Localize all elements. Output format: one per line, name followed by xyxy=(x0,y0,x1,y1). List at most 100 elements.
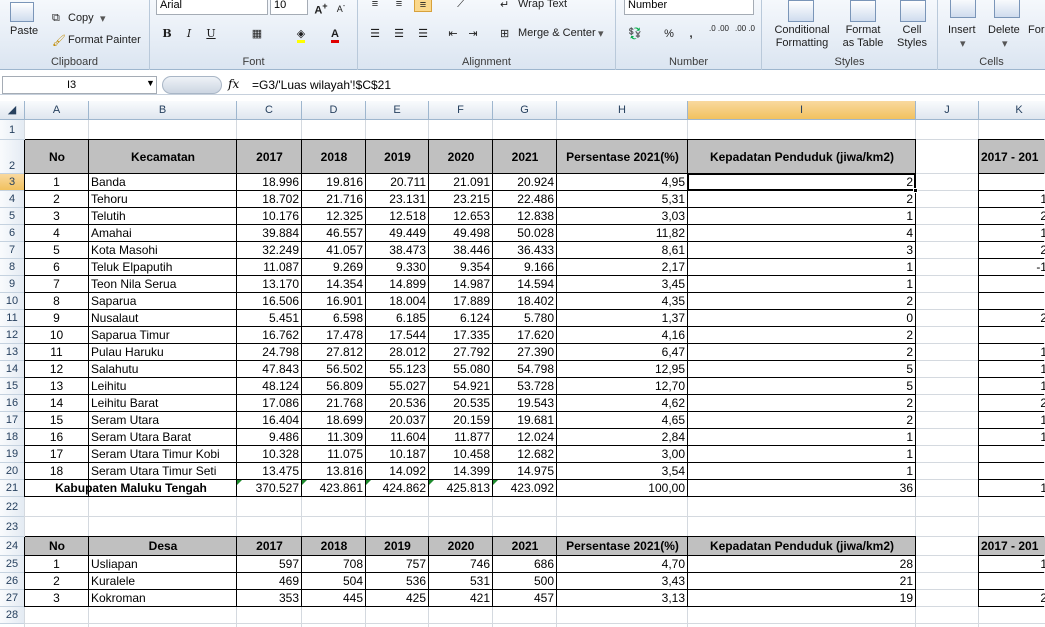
table-cell[interactable]: Leihitu Barat xyxy=(89,395,236,412)
table-cell[interactable]: 14.975 xyxy=(493,463,556,480)
table-cell[interactable]: Banda xyxy=(89,174,236,191)
row-header-1[interactable]: 1 xyxy=(0,120,25,140)
table-cell[interactable]: 2 xyxy=(688,412,915,429)
table-cell[interactable]: 53.728 xyxy=(493,378,556,395)
table-cell[interactable]: 7, xyxy=(979,573,1045,590)
align-middle-icon[interactable]: ≡ xyxy=(390,0,408,12)
format-painter-icon[interactable]: 🖌 xyxy=(52,34,66,47)
table-cell[interactable]: Kokroman xyxy=(89,590,236,607)
paste-button[interactable]: Paste xyxy=(10,25,38,37)
table-cell[interactable]: 10 xyxy=(25,327,88,344)
table-cell[interactable]: 3,54 xyxy=(557,463,687,480)
table-cell[interactable]: 686 xyxy=(493,556,556,573)
insert-cells-icon[interactable] xyxy=(950,0,976,18)
row-header-7[interactable]: 7 xyxy=(0,242,25,259)
table-cell[interactable]: Teluk Elpaputih xyxy=(89,259,236,276)
table-cell[interactable]: 14.899 xyxy=(366,276,428,293)
table-cell[interactable]: 17 xyxy=(25,446,88,463)
table-cell[interactable]: 10.458 xyxy=(429,446,492,463)
table-cell[interactable]: 9.269 xyxy=(302,259,365,276)
table-cell[interactable]: 47.843 xyxy=(237,361,301,378)
conditional-formatting-line1[interactable]: Conditional xyxy=(770,24,834,36)
table-cell[interactable]: Seram Utara xyxy=(89,412,236,429)
table-cell[interactable]: 21.716 xyxy=(302,191,365,208)
insert-button[interactable]: Insert xyxy=(948,24,976,36)
wrap-text-button[interactable]: Wrap Text xyxy=(518,0,567,10)
total-cell[interactable]: 36 xyxy=(688,480,915,497)
table-cell[interactable]: 1 xyxy=(688,208,915,225)
row-header-24[interactable]: 24 xyxy=(0,537,25,556)
table-cell[interactable]: 17.478 xyxy=(302,327,365,344)
table-cell[interactable]: 17.086 xyxy=(237,395,301,412)
table-cell[interactable]: 55.123 xyxy=(366,361,428,378)
row-header-10[interactable]: 10 xyxy=(0,293,25,310)
column-header-i[interactable]: I xyxy=(688,101,916,120)
table-cell[interactable]: 12.653 xyxy=(429,208,492,225)
decrease-decimal-button[interactable]: .00 .0 xyxy=(734,24,756,40)
row-header-17[interactable]: 17 xyxy=(0,412,25,429)
align-bottom-icon[interactable]: ≡ xyxy=(414,0,432,12)
wrap-text-icon[interactable]: ↵ xyxy=(500,0,509,11)
table-cell[interactable]: 10.328 xyxy=(237,446,301,463)
table-cell[interactable]: 11.309 xyxy=(302,429,365,446)
table-cell[interactable]: 9.330 xyxy=(366,259,428,276)
fill-color-icon[interactable]: ◈ xyxy=(292,26,310,43)
format-cells-button[interactable]: For xyxy=(1028,24,1045,36)
table-cell[interactable]: 41.057 xyxy=(302,242,365,259)
table-cell[interactable]: 55.080 xyxy=(429,361,492,378)
row-header-6[interactable]: 6 xyxy=(0,225,25,242)
row-header-16[interactable]: 16 xyxy=(0,395,25,412)
table-cell[interactable]: 19.816 xyxy=(302,174,365,191)
format-as-table-line1[interactable]: Format xyxy=(838,24,888,36)
table-cell[interactable]: 3,43 xyxy=(557,573,687,590)
table-cell[interactable]: 6 xyxy=(25,259,88,276)
table-cell[interactable]: 18, xyxy=(979,556,1045,573)
column-header-f[interactable]: F xyxy=(429,101,493,120)
shrink-font-icon[interactable]: A- xyxy=(332,0,350,14)
column-header-k[interactable]: K xyxy=(979,101,1045,120)
table-cell[interactable]: 457 xyxy=(493,590,556,607)
table-cell[interactable]: 14.594 xyxy=(493,276,556,293)
number-format-select[interactable]: Number xyxy=(624,0,754,15)
total-cell[interactable]: 423.861 xyxy=(302,480,365,497)
name-box[interactable]: I3 ▼ xyxy=(2,76,157,94)
fill-handle[interactable] xyxy=(913,188,918,193)
underline-button[interactable]: U xyxy=(202,26,220,42)
align-right-icon[interactable]: ☰ xyxy=(414,26,432,42)
table-cell[interactable]: 18.004 xyxy=(366,293,428,310)
formula-input[interactable]: =G3/'Luas wilayah'!$C$21 xyxy=(252,78,391,92)
table-cell[interactable]: 11.075 xyxy=(302,446,365,463)
table-cell[interactable]: 55.027 xyxy=(366,378,428,395)
table-cell[interactable]: 11,82 xyxy=(557,225,687,242)
table-cell[interactable]: 4 xyxy=(688,225,915,242)
table-cell[interactable]: 17.544 xyxy=(366,327,428,344)
row-header-19[interactable]: 19 xyxy=(0,446,25,463)
table-cell[interactable]: 12.682 xyxy=(493,446,556,463)
table-cell[interactable]: Seram Utara Timur Kobi xyxy=(89,446,236,463)
table-cell[interactable]: 16.762 xyxy=(237,327,301,344)
table-cell[interactable]: 5 xyxy=(688,378,915,395)
table-cell[interactable]: 504 xyxy=(302,573,365,590)
table-cell[interactable]: 4, xyxy=(979,174,1045,191)
table-cell[interactable]: 12.838 xyxy=(493,208,556,225)
table-cell[interactable]: 32.249 xyxy=(237,242,301,259)
table-cell[interactable]: 12, xyxy=(979,344,1045,361)
table-cell[interactable]: 13.170 xyxy=(237,276,301,293)
align-left-icon[interactable]: ☰ xyxy=(366,26,384,42)
table-cell[interactable]: 5 xyxy=(688,361,915,378)
column-header-h[interactable]: H xyxy=(557,101,688,120)
table-cell[interactable]: 3,03 xyxy=(557,208,687,225)
table-cell[interactable]: 1 xyxy=(688,259,915,276)
table-cell[interactable]: 14.092 xyxy=(366,463,428,480)
table-cell[interactable]: 56.809 xyxy=(302,378,365,395)
table-cell[interactable]: 14.987 xyxy=(429,276,492,293)
total-cell[interactable]: 424.862 xyxy=(366,480,428,497)
table-cell[interactable]: 54.798 xyxy=(493,361,556,378)
table-cell[interactable]: 28.012 xyxy=(366,344,428,361)
table-cell[interactable]: 3 xyxy=(25,208,88,225)
table-cell[interactable]: 13.475 xyxy=(237,463,301,480)
table-cell[interactable]: 56.502 xyxy=(302,361,365,378)
column-header-g[interactable]: G xyxy=(493,101,557,120)
table-cell[interactable]: 22.486 xyxy=(493,191,556,208)
table-cell[interactable]: Salahutu xyxy=(89,361,236,378)
